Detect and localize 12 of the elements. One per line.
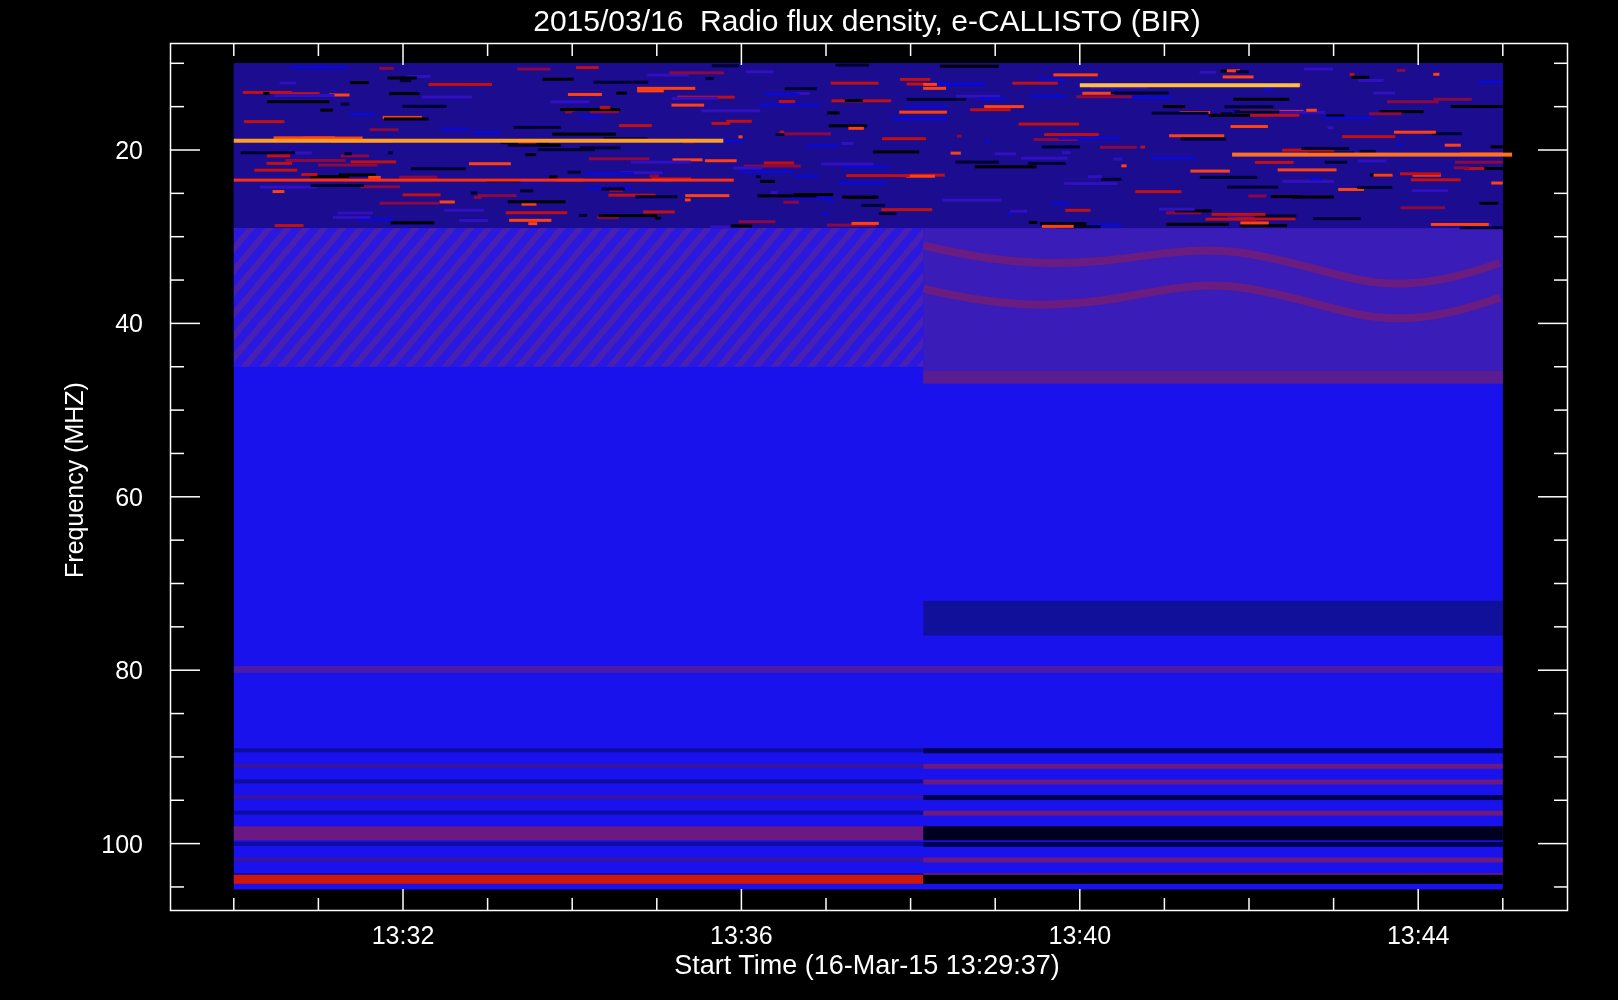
x-axis-label: Start Time (16-Mar-15 13:29:37): [674, 950, 1060, 980]
x-tick-label: 13:40: [1048, 921, 1112, 949]
x-tick-label: 13:32: [371, 921, 435, 949]
y-tick-label: 40: [115, 309, 143, 338]
y-axis-label: Frequency (MHZ): [60, 382, 88, 578]
y-tick-label: 20: [115, 136, 143, 164]
y-tick-label: 60: [115, 482, 143, 511]
x-tick-label: 13:44: [1386, 921, 1450, 949]
y-tick-label: 100: [101, 829, 143, 858]
x-tick-label: 13:36: [710, 921, 773, 949]
chart-title: 2015/03/16 Radio flux density, e-CALLISTO (BIR): [533, 4, 1201, 37]
y-tick-label: 80: [115, 656, 143, 685]
